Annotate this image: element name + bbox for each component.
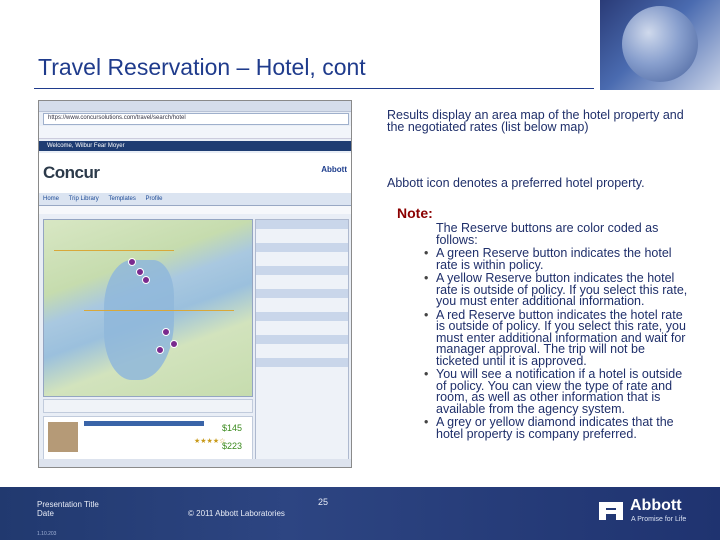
note-notification: You will see a notification if a hotel i…	[420, 368, 688, 415]
map-road	[84, 310, 234, 311]
tab-trip-library: Trip Library	[68, 196, 99, 202]
favorites-bar	[39, 126, 351, 139]
hotel-pin	[136, 268, 144, 276]
slide-footer: Presentation Title Date 1.10.203 © 2011 …	[0, 487, 720, 540]
concur-screenshot: https://www.concursolutions.com/travel/s…	[38, 100, 352, 468]
title-divider	[34, 88, 594, 89]
note-label: Note:	[397, 205, 433, 221]
filter-header	[256, 312, 348, 321]
footer-tagline: A Promise for Life	[631, 516, 687, 523]
brand-bar: Concur Abbott	[39, 153, 351, 193]
concur-tabs: Home Trip Library Templates Profile	[39, 193, 351, 206]
tab-templates: Templates	[108, 196, 136, 202]
hotel-pin	[162, 328, 170, 336]
notes-intro: The Reserve buttons are color coded as f…	[436, 221, 659, 247]
hotel-pin	[170, 340, 178, 348]
filter-header	[256, 335, 348, 344]
slide-title: Travel Reservation – Hotel, cont	[38, 54, 366, 80]
address-text: https://www.concursolutions.com/travel/s…	[48, 115, 186, 121]
reserve-button-notes: The Reserve buttons are color coded as f…	[420, 221, 688, 442]
hotel-map	[43, 219, 253, 397]
hotel-pin	[156, 346, 164, 354]
browser-status-bar	[39, 459, 351, 467]
hotel-rating: ★★★★☆	[194, 438, 226, 445]
paragraph-map-description: Results display an area map of the hotel…	[387, 108, 684, 134]
note-red: A red Reserve button indicates the hotel…	[420, 308, 688, 368]
concur-logo: Concur	[43, 163, 100, 182]
filter-header	[256, 243, 348, 252]
results-filter-bar	[43, 399, 253, 413]
browser-address-bar: https://www.concursolutions.com/travel/s…	[43, 113, 349, 125]
concur-subtabs	[39, 206, 351, 214]
note-diamond: A grey or yellow diamond indicates that …	[420, 416, 688, 440]
filter-header	[256, 266, 348, 275]
footer-code: 1.10.203	[37, 531, 57, 537]
abbott-mini-logo: Abbott	[321, 165, 347, 174]
header-graphic	[600, 0, 720, 90]
note-green: A green Reserve button indicates the hot…	[420, 247, 688, 271]
page-number: 25	[318, 497, 329, 507]
footer-date: Date	[37, 509, 54, 518]
paragraph-abbott-icon: Abbott icon denotes a preferred hotel pr…	[387, 176, 645, 190]
browser-title-bar	[39, 101, 351, 112]
filter-header	[256, 220, 348, 229]
welcome-text: Welcome, Wilbur Fear Moyer	[47, 143, 125, 149]
hotel-pin	[128, 258, 136, 266]
hotel-rate-2: $223	[222, 441, 243, 451]
hotel-name-link	[84, 421, 204, 426]
abbott-logo-icon	[599, 502, 623, 520]
hotel-pin	[142, 276, 150, 284]
footer-brand: Abbott	[630, 497, 682, 514]
tab-profile: Profile	[145, 196, 163, 202]
globe-image	[622, 6, 698, 82]
footer-copyright: © 2011 Abbott Laboratories	[188, 509, 285, 518]
filter-header	[256, 289, 348, 298]
notes-list: A green Reserve button indicates the hot…	[420, 247, 688, 440]
hotel-thumbnail	[48, 422, 78, 452]
hotel-rate-1: $145	[222, 423, 243, 433]
footer-presentation-title: Presentation Title	[37, 500, 99, 509]
search-filters-panel	[255, 219, 349, 461]
bay-water	[104, 260, 174, 380]
tab-home: Home	[43, 196, 60, 202]
map-road	[54, 250, 174, 251]
filter-header	[256, 358, 348, 367]
hotel-result-row: ★★★★☆ $145 $223	[43, 416, 253, 460]
welcome-bar: Welcome, Wilbur Fear Moyer	[39, 141, 351, 151]
note-yellow: A yellow Reserve button indicates the ho…	[420, 272, 688, 308]
